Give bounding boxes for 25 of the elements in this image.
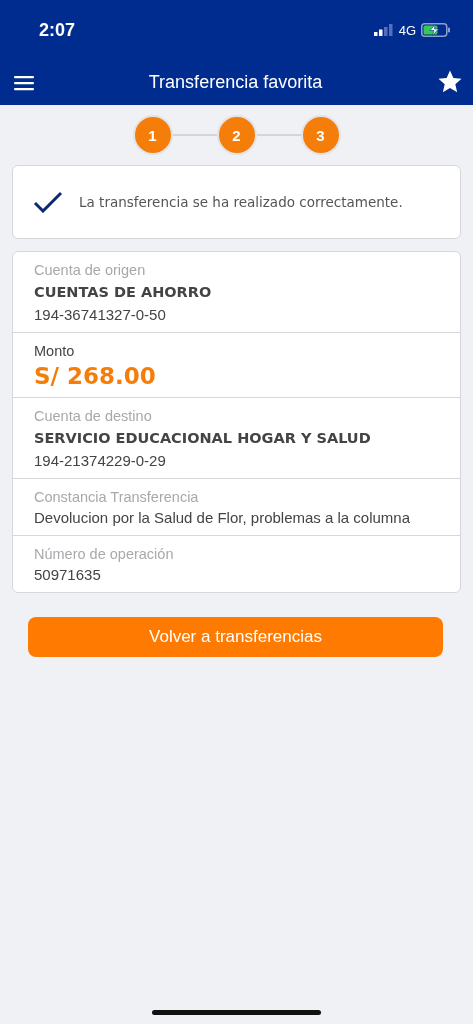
field-value: Devolucion por la Salud de Flor, problemas a la columna <box>34 508 412 528</box>
field-label: Número de operación <box>34 545 175 564</box>
step-indicator: 2 <box>216 115 257 155</box>
step-indicator: 1 <box>132 115 173 155</box>
amount-value: S/ 268.00 <box>34 362 157 391</box>
field-value: 50971635 <box>34 565 102 585</box>
field-label: Monto <box>34 342 76 361</box>
back-to-transfers-button[interactable]: Volver a transferencias <box>28 617 443 657</box>
account-number: 194-21374229-0-29 <box>34 451 167 471</box>
account-name: CUENTAS DE AHORRO <box>34 283 213 302</box>
field-label: Cuenta de destino <box>34 407 153 426</box>
step-indicator: 3 <box>300 115 341 155</box>
check-icon <box>33 191 63 213</box>
star-icon[interactable] <box>437 70 463 95</box>
battery-charging-icon <box>421 23 451 37</box>
field-label: Cuenta de origen <box>34 261 147 280</box>
signal-icon <box>373 24 394 36</box>
success-message: La transferencia se ha realizado correctamente. <box>79 194 403 210</box>
account-name: SERVICIO EDUCACIONAL HOGAR Y SALUD <box>34 429 372 448</box>
menu-icon[interactable] <box>14 74 34 91</box>
field-label: Constancia Transferencia <box>34 488 200 507</box>
status-time: 2:07 <box>39 19 76 41</box>
account-number: 194-36741327-0-50 <box>34 305 167 325</box>
screen-title: Transferencia favorita <box>148 72 323 93</box>
network-type: 4G <box>398 22 416 38</box>
